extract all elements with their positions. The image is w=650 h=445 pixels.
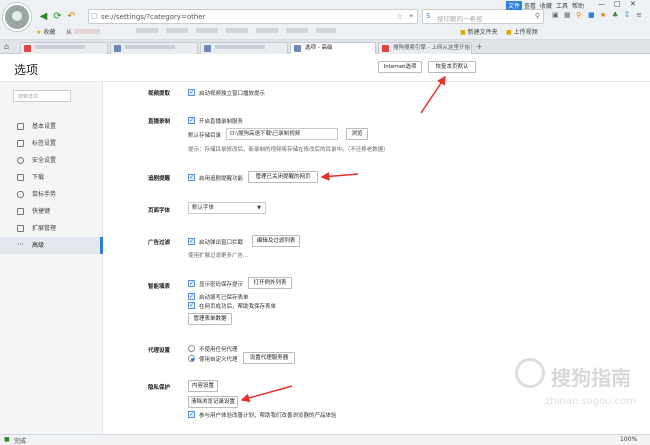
arrow-follow-manage [320, 171, 359, 181]
status-icon: ■ [4, 436, 10, 443]
status-text: 完成 [14, 438, 27, 445]
zoom-level[interactable]: 100% [620, 436, 637, 443]
arrow-clear-history [240, 385, 293, 403]
arrow-restore-defaults [420, 75, 446, 114]
watermark-brand: 搜狗指南 [551, 366, 631, 390]
watermark-logo-icon [515, 358, 545, 388]
watermark: 搜狗指南 zhinan.sogou.com [515, 352, 645, 422]
status-bar: ■ 完成 100% [0, 434, 650, 445]
watermark-url: zhinan.sogou.com [545, 396, 637, 407]
